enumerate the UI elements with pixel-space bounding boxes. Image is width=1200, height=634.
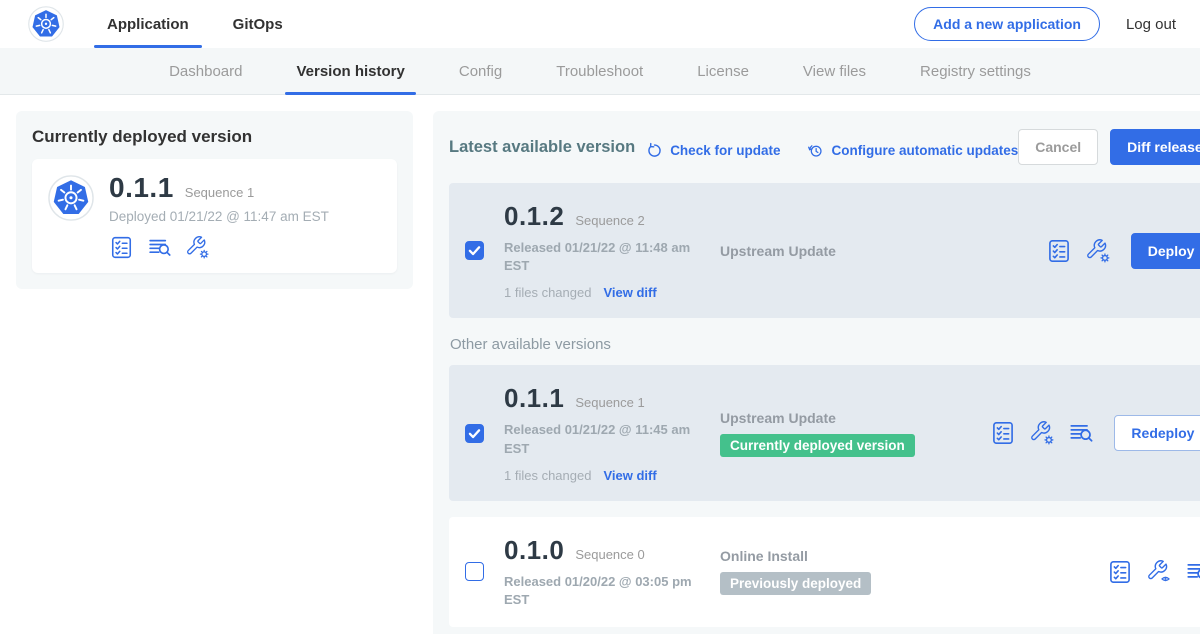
kubernetes-logo-icon: [28, 6, 64, 42]
version-checkbox[interactable]: [465, 562, 484, 581]
version-checkbox[interactable]: [465, 241, 484, 260]
version-source: Upstream Update Currently deployed versi…: [720, 410, 990, 457]
currently-deployed-panel: Currently deployed version 0.1.1 Sequenc…: [16, 111, 413, 289]
preflight-checks-icon[interactable]: [109, 235, 134, 260]
source-label: Online Install: [720, 548, 1097, 564]
check-for-update-link[interactable]: Check for update: [645, 141, 780, 160]
version-checkbox[interactable]: [465, 424, 484, 443]
configure-automatic-updates-label: Configure automatic updates: [831, 143, 1018, 158]
cancel-button[interactable]: Cancel: [1018, 129, 1098, 165]
deployed-sequence-label: Sequence 1: [185, 185, 254, 200]
diff-releases-button[interactable]: Diff releases: [1110, 129, 1200, 165]
configure-automatic-updates-link[interactable]: Configure automatic updates: [806, 141, 1018, 160]
subnav-dashboard[interactable]: Dashboard: [142, 48, 269, 94]
version-source: Upstream Update: [720, 243, 1046, 259]
currently-deployed-card: 0.1.1 Sequence 1 Deployed 01/21/22 @ 11:…: [32, 159, 397, 273]
preflight-checks-icon[interactable]: [1107, 559, 1133, 585]
deployed-timestamp: Deployed 01/21/22 @ 11:47 am EST: [109, 209, 329, 224]
subnav-registry-settings[interactable]: Registry settings: [893, 48, 1058, 94]
view-diff-link[interactable]: View diff: [603, 468, 656, 483]
status-badge: Currently deployed version: [720, 434, 915, 457]
sequence-label: Sequence 1: [575, 395, 644, 410]
subnav-troubleshoot[interactable]: Troubleshoot: [529, 48, 670, 94]
version-number: 0.1.0: [504, 535, 564, 566]
preflight-checks-icon[interactable]: [990, 420, 1016, 446]
latest-available-title: Latest available version: [449, 138, 635, 157]
deploy-button[interactable]: Redeploy: [1114, 415, 1200, 451]
version-row: 0.1.2 Sequence 2 Released 01/21/22 @ 11:…: [449, 183, 1200, 318]
version-info: 0.1.2 Sequence 2 Released 01/21/22 @ 11:…: [504, 201, 720, 300]
sequence-label: Sequence 0: [575, 547, 644, 562]
edit-config-icon[interactable]: [185, 235, 210, 260]
version-actions: Deploy: [1046, 233, 1200, 269]
version-actions: [1107, 559, 1200, 585]
nav-tab-application[interactable]: Application: [94, 0, 202, 48]
auto-update-clock-icon: [806, 141, 825, 160]
latest-version-header: Latest available version Check for updat…: [449, 129, 1200, 165]
currently-deployed-title: Currently deployed version: [32, 127, 397, 147]
other-available-versions-label: Other available versions: [450, 336, 1200, 353]
version-row: 0.1.1 Sequence 1 Released 01/21/22 @ 11:…: [449, 365, 1200, 500]
version-history-panel: Latest available version Check for updat…: [433, 111, 1200, 634]
view-diff-link[interactable]: View diff: [603, 285, 656, 300]
nav-tab-gitops[interactable]: GitOps: [220, 0, 296, 48]
preflight-checks-icon[interactable]: [1046, 238, 1072, 264]
add-new-application-button[interactable]: Add a new application: [914, 7, 1100, 41]
view-config-icon[interactable]: [1146, 559, 1172, 585]
subnav-version-history[interactable]: Version history: [269, 48, 431, 94]
app-kubernetes-icon: [48, 175, 94, 221]
files-changed-label: 1 files changed: [504, 285, 591, 300]
source-label: Upstream Update: [720, 243, 1036, 259]
deployed-version-actions: [109, 235, 329, 260]
deployed-version-number: 0.1.1: [109, 172, 174, 204]
version-info: 0.1.0 Sequence 0 Released 01/20/22 @ 03:…: [504, 535, 720, 609]
source-label: Upstream Update: [720, 410, 980, 426]
released-timestamp: Released 01/21/22 @ 11:45 am EST: [504, 421, 702, 457]
view-files-icon[interactable]: [1068, 420, 1094, 446]
edit-config-icon[interactable]: [1085, 238, 1111, 264]
version-number: 0.1.1: [504, 383, 564, 414]
app-subnav: Dashboard Version history Config Trouble…: [0, 48, 1200, 95]
check-for-update-label: Check for update: [670, 143, 780, 158]
version-row: 0.1.0 Sequence 0 Released 01/20/22 @ 03:…: [449, 517, 1200, 627]
refresh-icon: [645, 141, 664, 160]
subnav-config[interactable]: Config: [432, 48, 529, 94]
top-nav: Application GitOps Add a new application…: [0, 0, 1200, 48]
files-changed-label: 1 files changed: [504, 468, 591, 483]
subnav-view-files[interactable]: View files: [776, 48, 893, 94]
view-files-icon[interactable]: [1185, 559, 1200, 585]
view-files-icon[interactable]: [147, 235, 172, 260]
log-out-link[interactable]: Log out: [1126, 16, 1176, 33]
other-versions-list: 0.1.1 Sequence 1 Released 01/21/22 @ 11:…: [449, 365, 1200, 627]
released-timestamp: Released 01/20/22 @ 03:05 pm EST: [504, 573, 702, 609]
version-actions: Redeploy: [990, 415, 1200, 451]
version-info: 0.1.1 Sequence 1 Released 01/21/22 @ 11:…: [504, 383, 720, 482]
version-source: Online Install Previously deployed: [720, 548, 1107, 595]
version-number: 0.1.2: [504, 201, 564, 232]
subnav-license[interactable]: License: [670, 48, 776, 94]
latest-version-list: 0.1.2 Sequence 2 Released 01/21/22 @ 11:…: [449, 183, 1200, 318]
status-badge: Previously deployed: [720, 572, 871, 595]
edit-config-icon[interactable]: [1029, 420, 1055, 446]
main-content: Currently deployed version 0.1.1 Sequenc…: [0, 95, 1200, 634]
deploy-button[interactable]: Deploy: [1131, 233, 1200, 269]
sequence-label: Sequence 2: [575, 213, 644, 228]
released-timestamp: Released 01/21/22 @ 11:48 am EST: [504, 239, 702, 275]
